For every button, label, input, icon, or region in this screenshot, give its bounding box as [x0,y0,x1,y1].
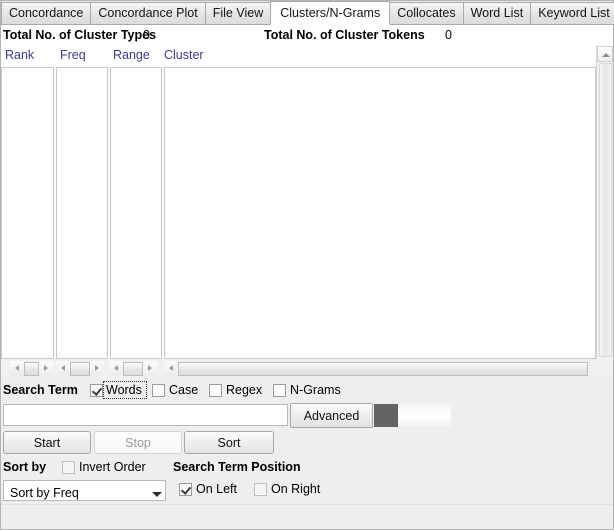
chevron-down-icon [152,492,162,497]
tab-label: Concordance [9,6,83,20]
tab-label: Clusters/N-Grams [280,6,380,20]
scroll-thumb[interactable] [178,362,588,376]
scroll-right-icon[interactable] [143,361,157,376]
column-header-freq[interactable]: Freq [60,48,86,62]
render-artifact-panel [398,404,451,427]
total-cluster-types-label: Total No. of Cluster Types [3,28,156,42]
column-header-range[interactable]: Range [113,48,150,62]
tab-label: Word List [471,6,524,20]
checkbox-words[interactable] [90,384,103,397]
column-header-cluster[interactable]: Cluster [164,48,204,62]
advanced-button[interactable]: Advanced [290,403,373,428]
scroll-left-icon[interactable] [109,361,123,376]
tab-file-view[interactable]: File View [205,2,271,24]
sort-by-dropdown[interactable]: Sort by Freq [3,480,166,501]
vertical-scroll-track[interactable] [599,63,612,357]
search-input[interactable] [3,404,288,426]
stop-button: Stop [94,431,182,454]
checkbox-ngrams[interactable] [273,384,286,397]
scroll-right-icon[interactable] [39,361,53,376]
column-body-range[interactable] [110,67,162,359]
results-table: Rank Freq Range Cluster [1,46,613,359]
search-term-position-heading: Search Term Position [173,460,301,474]
search-term-options-row: Search Term Words Case Regex N-Grams [1,381,613,401]
action-buttons-row: Start Stop Sort [1,429,613,457]
checkbox-invert-order[interactable] [62,461,75,474]
range-horizontal-scrollbar[interactable] [109,360,160,377]
checkbox-invert-order-label: Invert Order [79,460,146,474]
scroll-up-icon[interactable] [597,46,613,62]
tab-bar: Concordance Concordance Plot File View C… [1,1,613,25]
start-button[interactable]: Start [3,431,91,454]
rank-horizontal-scrollbar[interactable] [10,360,53,377]
tab-label: Keyword List [538,6,610,20]
tab-clusters-ngrams[interactable]: Clusters/N-Grams [270,1,390,25]
column-body-rank[interactable] [1,67,54,359]
total-cluster-types-value: 0 [143,28,150,42]
search-term-label: Search Term [3,383,78,397]
checkbox-on-right[interactable] [254,483,267,496]
scroll-left-icon[interactable] [56,361,70,376]
sort-options-row: Sort by Invert Order Search Term Positio… [1,458,613,478]
column-scrollbars [1,359,613,378]
scroll-thumb[interactable] [24,362,40,376]
checkbox-ngrams-label: N-Grams [290,383,341,397]
total-cluster-tokens-label: Total No. of Cluster Tokens [264,28,425,42]
column-header-rank[interactable]: Rank [5,48,34,62]
search-input-row: Advanced [1,401,613,429]
checkbox-regex-label: Regex [226,383,262,397]
sort-by-label: Sort by [3,460,46,474]
column-body-cluster[interactable] [164,67,596,359]
scroll-right-icon[interactable] [90,361,104,376]
checkbox-case-label: Case [169,383,198,397]
checkbox-on-left-label: On Left [196,482,237,496]
status-area [1,504,613,529]
tab-concordance-plot[interactable]: Concordance Plot [90,2,205,24]
tab-word-list[interactable]: Word List [463,2,532,24]
checkbox-regex[interactable] [209,384,222,397]
total-cluster-tokens-value: 0 [445,28,452,42]
tab-label: File View [213,6,263,20]
bottom-controls-row: Sort by Freq On Left On Right [1,478,613,504]
scroll-thumb[interactable] [70,362,90,376]
tab-concordance[interactable]: Concordance [1,2,91,24]
checkbox-case[interactable] [152,384,165,397]
totals-bar: Total No. of Cluster Types 0 Total No. o… [1,25,613,46]
checkbox-on-left[interactable] [179,483,192,496]
sort-by-dropdown-value: Sort by Freq [10,486,79,500]
scroll-thumb[interactable] [123,362,143,376]
tab-collocates[interactable]: Collocates [389,2,463,24]
freq-horizontal-scrollbar[interactable] [56,360,106,377]
cluster-horizontal-scrollbar[interactable] [164,360,596,377]
results-vertical-scrollbar[interactable] [596,46,613,359]
sort-button[interactable]: Sort [184,431,274,454]
render-artifact-block [374,404,398,427]
checkbox-on-right-label: On Right [271,482,320,496]
application-window: Concordance Concordance Plot File View C… [0,0,614,530]
scroll-left-icon[interactable] [164,361,178,376]
scroll-left-icon[interactable] [10,361,24,376]
column-body-freq[interactable] [56,67,108,359]
tab-label: Collocates [397,6,455,20]
tab-keyword-list[interactable]: Keyword List [530,2,614,24]
tab-label: Concordance Plot [98,6,197,20]
checkbox-words-label: Words [106,383,142,397]
